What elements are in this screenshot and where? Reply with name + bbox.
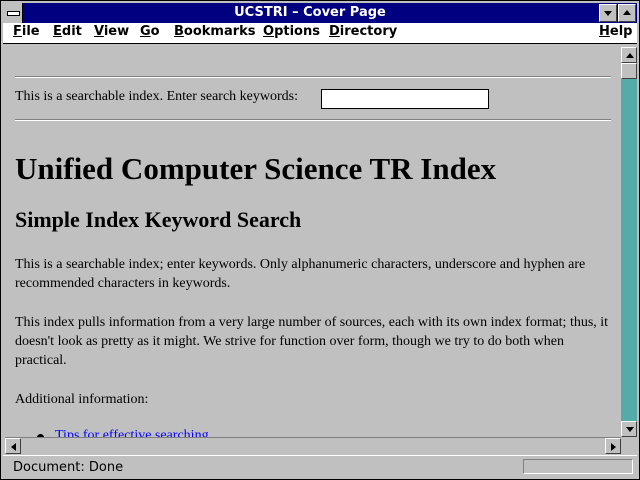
menu-directory[interactable]: Directory [329, 24, 397, 39]
window-title: UCSTRI – Cover Page [234, 5, 386, 20]
arrow-up-icon[interactable] [621, 47, 637, 63]
page-title: Unified Computer Science TR Index [15, 151, 497, 186]
menu-edit[interactable]: Edit [53, 24, 82, 39]
title-bar[interactable]: UCSTRI – Cover Page [3, 3, 637, 23]
vertical-scroll-thumb[interactable] [621, 63, 637, 79]
system-menu-icon[interactable] [3, 3, 23, 23]
additional-info-label: Additional information: [15, 392, 149, 407]
maximize-icon[interactable] [618, 4, 636, 22]
menu-options[interactable]: Options [263, 24, 320, 39]
status-text: Document: Done [13, 460, 124, 475]
minimize-icon[interactable] [599, 4, 617, 22]
menu-file[interactable]: File [13, 24, 40, 39]
menu-bookmarks[interactable]: Bookmarks [174, 24, 256, 39]
tips-link[interactable]: Tips for effective searching [55, 428, 209, 437]
horizontal-scrollbar[interactable] [5, 437, 621, 454]
menu-go[interactable]: Go [140, 24, 160, 39]
status-bar: Document: Done [3, 455, 637, 478]
search-prompt: This is a searchable index. Enter search… [15, 89, 299, 104]
menu-help[interactable]: Help [599, 24, 632, 39]
scrollbar-corner [621, 437, 637, 453]
sources-paragraph: This index pulls information from a very… [15, 315, 609, 368]
arrow-right-icon[interactable] [605, 438, 621, 454]
page-subtitle: Simple Index Keyword Search [15, 207, 302, 232]
progress-field [523, 459, 633, 474]
search-input[interactable] [321, 89, 489, 109]
divider-bottom [15, 119, 611, 121]
intro-paragraph: This is a searchable index; enter keywor… [15, 257, 586, 291]
divider-top [15, 76, 611, 78]
browser-window: UCSTRI – Cover Page File Edit View Go Bo… [0, 0, 640, 480]
arrow-left-icon[interactable] [5, 438, 21, 454]
page-content[interactable]: This is a searchable index. Enter search… [5, 47, 619, 437]
menu-bar: File Edit View Go Bookmarks Options Dire… [3, 23, 637, 44]
arrow-down-icon[interactable] [621, 421, 637, 437]
vertical-scrollbar[interactable] [621, 47, 637, 437]
menu-view[interactable]: View [94, 24, 129, 39]
